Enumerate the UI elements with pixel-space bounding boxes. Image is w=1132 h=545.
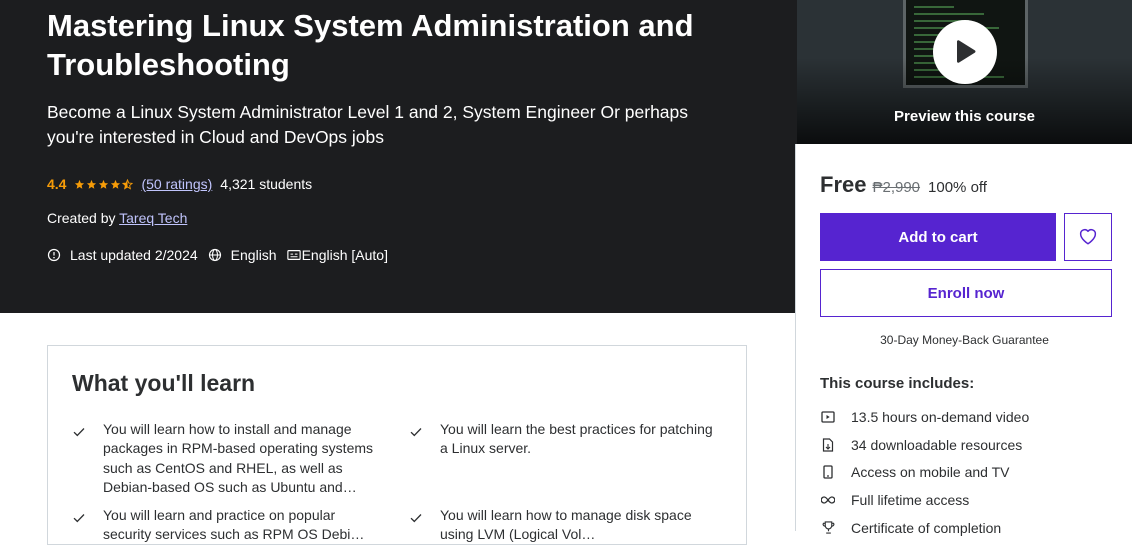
star-icon	[86, 179, 97, 190]
list-item: Certificate of completion	[820, 514, 1120, 542]
learn-item-text: You will learn and practice on popular s…	[103, 507, 365, 543]
wishlist-button[interactable]	[1064, 213, 1112, 261]
learn-item: You will learn and practice on popular s…	[73, 506, 383, 545]
include-label: Access on mobile and TV	[851, 464, 1010, 481]
money-back-guarantee: 30-Day Money-Back Guarantee	[880, 333, 1049, 347]
course-captions: English [Auto]	[286, 247, 388, 263]
students-count: 4,321 students	[220, 176, 313, 192]
list-item: 34 downloadable resources	[820, 431, 1120, 459]
include-label: Full lifetime access	[851, 491, 970, 508]
learn-item-text: You will learn how to manage disk space …	[440, 507, 692, 543]
language-text: English	[230, 247, 277, 263]
captions-text: English [Auto]	[301, 247, 388, 263]
star-half-icon	[122, 178, 134, 190]
list-item: Full lifetime access	[820, 486, 1120, 514]
original-price: ₱2,990	[872, 179, 921, 196]
created-by: Created by Tareq Tech	[47, 210, 187, 226]
list-item: Access on mobile and TV	[820, 458, 1120, 486]
add-to-cart-button[interactable]: Add to cart	[820, 213, 1056, 261]
globe-icon	[208, 248, 222, 262]
heart-icon	[1078, 227, 1098, 248]
rating-value: 4.4	[47, 176, 67, 192]
checkmark-icon	[410, 506, 424, 545]
checkmark-icon	[410, 420, 424, 459]
price-row: Free ₱2,990 100% off	[820, 172, 987, 198]
star-icon	[98, 179, 109, 190]
play-icon[interactable]	[933, 20, 997, 84]
course-preview[interactable]: Preview this course	[797, 0, 1132, 144]
preview-label[interactable]: Preview this course	[797, 108, 1132, 125]
learn-item: You will learn how to manage disk space …	[410, 506, 720, 545]
includes-list: 13.5 hours on-demand video 34 downloadab…	[820, 403, 1120, 541]
include-label: Certificate of completion	[851, 519, 1002, 536]
learn-item: You will learn how to install and manage…	[73, 420, 383, 497]
checkmark-icon	[73, 506, 87, 545]
learn-item: You will learn the best practices for pa…	[410, 420, 720, 459]
created-by-label: Created by	[47, 210, 116, 226]
learn-item-text: You will learn the best practices for pa…	[440, 421, 713, 457]
list-item: 13.5 hours on-demand video	[820, 403, 1120, 431]
last-updated: Last updated 2/2024	[47, 247, 198, 263]
rating-stars	[74, 178, 134, 190]
purchase-sidebar: Free ₱2,990 100% off Add to cart Enroll …	[795, 144, 1132, 536]
closed-captions-icon	[286, 249, 301, 261]
discount-percent: 100% off	[928, 179, 987, 196]
course-title: Mastering Linux System Administration an…	[47, 8, 694, 82]
star-icon	[74, 179, 85, 190]
include-label: 13.5 hours on-demand video	[851, 408, 1030, 425]
star-icon	[110, 179, 121, 190]
last-updated-text: Last updated 2/2024	[70, 247, 198, 263]
video-icon	[820, 409, 836, 425]
current-price: Free	[820, 172, 867, 197]
download-file-icon	[820, 437, 836, 453]
infinity-icon	[820, 492, 836, 508]
include-label: 34 downloadable resources	[851, 436, 1023, 453]
course-subtitle: Become a Linux System Administrator Leve…	[47, 102, 689, 147]
enroll-now-button[interactable]: Enroll now	[820, 269, 1112, 317]
learn-item-text: You will learn how to install and manage…	[103, 421, 374, 495]
instructor-link[interactable]: Tareq Tech	[119, 210, 187, 226]
course-meta: Last updated 2/2024 English English [Aut…	[47, 245, 388, 265]
includes-title: This course includes:	[820, 375, 975, 392]
alert-clock-icon	[47, 248, 61, 262]
checkmark-icon	[73, 420, 87, 497]
learn-title: What you'll learn	[72, 370, 256, 396]
course-language: English	[208, 247, 277, 263]
ratings-count-link[interactable]: (50 ratings)	[141, 176, 212, 192]
what-youll-learn-section: What you'll learn You will learn how to …	[47, 345, 747, 545]
mobile-tv-icon	[820, 464, 836, 480]
rating-row: 4.4 (50 ratings) 4,321 students	[47, 174, 312, 194]
trophy-icon	[820, 520, 836, 536]
